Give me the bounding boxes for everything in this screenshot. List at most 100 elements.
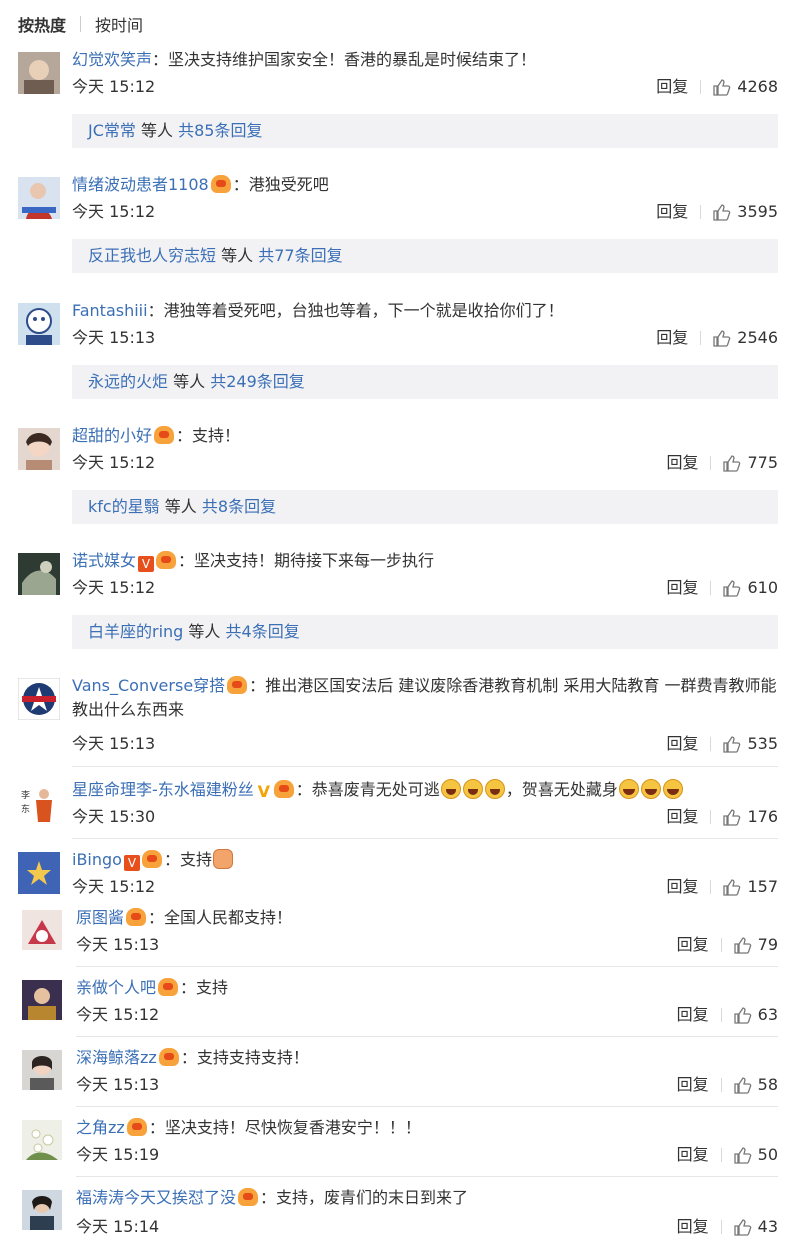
like-count: 58 <box>757 1075 778 1094</box>
fan-badge-icon <box>210 175 231 193</box>
username[interactable]: 情绪波动患者1108 <box>72 175 209 194</box>
fan-badge-icon <box>156 551 177 569</box>
fan-badge-icon <box>126 1118 147 1136</box>
verified-v-icon: V <box>138 556 155 572</box>
replies-summary[interactable]: 永远的火炬 等人 共249条回复 <box>72 365 778 399</box>
reply-user[interactable]: 白羊座的ring <box>88 622 183 641</box>
username[interactable]: 原图酱 <box>76 908 124 927</box>
reply-button[interactable]: 回复 <box>677 1216 709 1238</box>
reply-button[interactable]: 回复 <box>666 452 698 474</box>
timestamp: 今天 15:14 <box>76 1217 160 1236</box>
username[interactable]: 深海鲸落zz <box>76 1048 157 1067</box>
reply-count-link[interactable]: 共249条回复 <box>210 372 305 391</box>
like-count: 3595 <box>737 202 778 221</box>
thumbs-up-icon[interactable] <box>733 1076 752 1094</box>
replies-summary[interactable]: 白羊座的ring 等人 共4条回复 <box>72 615 778 649</box>
username[interactable]: 幻觉欢笑声 <box>72 50 152 69</box>
timestamp: 今天 15:19 <box>76 1145 160 1164</box>
avatar[interactable] <box>22 1190 62 1230</box>
thumbs-up-icon[interactable] <box>733 936 752 954</box>
avatar[interactable]: 李东 <box>18 782 60 824</box>
avatar[interactable] <box>18 428 60 470</box>
thumbs-up-icon[interactable] <box>723 579 741 597</box>
avatar[interactable] <box>18 852 60 894</box>
reply-button[interactable]: 回复 <box>666 577 698 599</box>
username[interactable]: Fantashiii <box>72 301 148 320</box>
thumbs-up-icon[interactable] <box>733 1146 752 1164</box>
laugh-emoji-icon <box>618 779 639 799</box>
reply-user[interactable]: 反正我也人穷志短 <box>88 246 216 265</box>
comment-text: 全国人民都支持！ <box>164 908 293 927</box>
fan-badge-icon <box>141 850 162 868</box>
username[interactable]: iBingo <box>72 850 122 869</box>
reply-count-link[interactable]: 共77条回复 <box>258 246 342 265</box>
avatar[interactable] <box>22 910 62 950</box>
sort-by-hot-tab[interactable]: 按热度 <box>18 12 66 36</box>
thumbs-up-icon[interactable] <box>723 454 741 472</box>
fan-badge-icon <box>273 780 294 798</box>
reply-button[interactable]: 回复 <box>677 1074 709 1096</box>
avatar[interactable] <box>18 303 60 345</box>
reply-button[interactable]: 回复 <box>666 806 698 828</box>
reply-user[interactable]: 永远的火炬 <box>88 372 168 391</box>
divider <box>76 966 778 967</box>
reply-button[interactable]: 回复 <box>666 876 698 898</box>
fan-badge-icon <box>158 978 179 996</box>
like-count: 79 <box>757 935 778 954</box>
like-count: 535 <box>747 734 778 753</box>
grin-emoji-icon <box>462 779 483 799</box>
reply-button[interactable]: 回复 <box>666 733 698 755</box>
sort-by-time-tab[interactable]: 按时间 <box>95 12 143 36</box>
thumbs-up-icon[interactable] <box>733 1218 752 1236</box>
avatar[interactable] <box>18 553 60 595</box>
laugh-emoji-icon <box>662 779 683 799</box>
replies-summary[interactable]: kfc的星翳 等人 共8条回复 <box>72 490 778 524</box>
reply-button[interactable]: 回复 <box>656 327 688 349</box>
comment-text: 港独等着受死吧，台独也等着，下一个就是收拾你们了！ <box>163 301 564 320</box>
username[interactable]: 之角zz <box>76 1118 125 1137</box>
replies-summary[interactable]: JC常常 等人 共85条回复 <box>72 114 778 148</box>
comment-text: 支持 <box>179 850 212 869</box>
username[interactable]: 亲做个人吧 <box>76 978 156 997</box>
avatar[interactable] <box>18 177 60 219</box>
reply-count-link[interactable]: 共4条回复 <box>226 622 300 641</box>
avatar[interactable] <box>22 1050 62 1090</box>
timestamp: 今天 15:12 <box>72 877 156 896</box>
reply-button[interactable]: 回复 <box>656 76 688 98</box>
thumbs-up-icon[interactable] <box>723 878 741 896</box>
avatar[interactable] <box>22 1120 62 1160</box>
fan-badge-icon <box>154 426 175 444</box>
reply-button[interactable]: 回复 <box>677 934 709 956</box>
thumbs-up-icon[interactable] <box>713 203 731 221</box>
thumbs-up-icon[interactable] <box>733 1006 752 1024</box>
timestamp: 今天 15:13 <box>72 734 156 753</box>
verified-v-icon: V <box>123 855 140 871</box>
avatar[interactable] <box>18 52 60 94</box>
like-count: 157 <box>747 877 778 896</box>
username[interactable]: 星座命理李-东水福建粉丝 <box>72 780 254 799</box>
divider <box>80 16 82 32</box>
username[interactable]: 福涛涛今天又挨怼了没 <box>76 1188 236 1207</box>
username[interactable]: 超甜的小好 <box>72 426 152 445</box>
like-count: 50 <box>757 1145 778 1164</box>
like-count: 2546 <box>737 328 778 347</box>
username[interactable]: Vans_Converse穿搭 <box>72 676 225 695</box>
username[interactable]: 诺式媒女 <box>72 551 136 570</box>
reply-button[interactable]: 回复 <box>677 1004 709 1026</box>
reply-button[interactable]: 回复 <box>656 201 688 223</box>
reply-count-link[interactable]: 共85条回复 <box>178 121 262 140</box>
replies-summary[interactable]: 反正我也人穷志短 等人 共77条回复 <box>72 239 778 273</box>
reply-count-link[interactable]: 共8条回复 <box>202 497 276 516</box>
reply-user[interactable]: kfc的星翳 <box>88 497 160 516</box>
thumbs-up-icon[interactable] <box>713 78 731 96</box>
timestamp: 今天 15:30 <box>72 807 156 826</box>
thumbs-up-icon[interactable] <box>723 735 741 753</box>
thumbs-up-icon[interactable] <box>723 808 741 826</box>
thumbs-up-icon[interactable] <box>713 329 731 347</box>
comment-text: 坚决支持！尽快恢复香港安宁！！！ <box>164 1118 421 1137</box>
divider <box>72 838 778 839</box>
avatar[interactable] <box>22 980 62 1020</box>
reply-user[interactable]: JC常常 <box>88 121 136 140</box>
avatar[interactable] <box>18 678 60 720</box>
reply-button[interactable]: 回复 <box>677 1144 709 1166</box>
